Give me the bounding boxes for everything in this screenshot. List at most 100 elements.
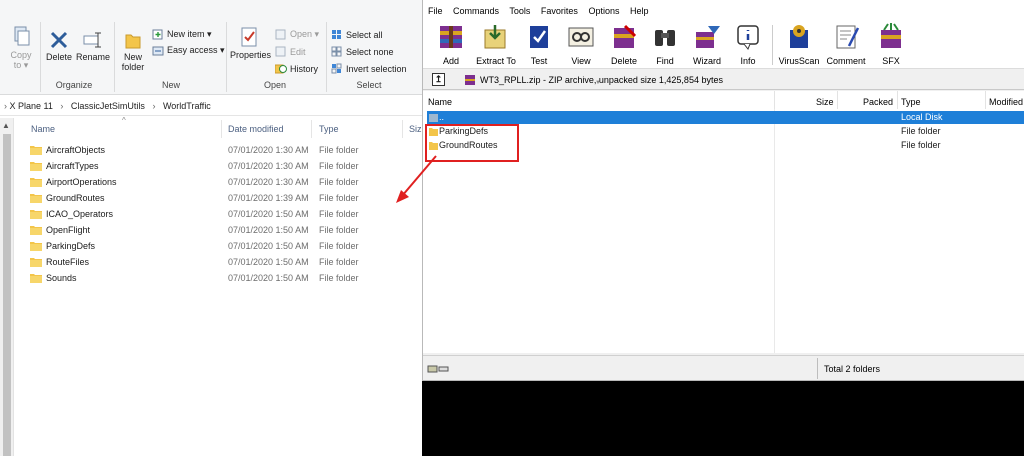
archive-row-type: Local Disk: [901, 112, 943, 122]
open-label: Open ▾: [290, 29, 320, 39]
select-none-icon: [331, 46, 342, 57]
column-header-name[interactable]: Name: [428, 97, 452, 107]
file-row[interactable]: Sounds 07/01/2020 1:50 AM File folder: [30, 271, 422, 287]
file-row[interactable]: ParkingDefs 07/01/2020 1:50 AM File folder: [30, 239, 422, 255]
invert-selection-icon: [331, 63, 342, 74]
column-header-name[interactable]: Name: [31, 124, 55, 134]
select-all-button[interactable]: Select all: [331, 29, 383, 40]
file-name: AircraftTypes: [46, 161, 99, 171]
explorer-ribbon: Copy to ▾ Delete Rename Organize New fol…: [0, 0, 422, 95]
comment-button[interactable]: Comment: [823, 22, 869, 66]
open-icon: [275, 29, 286, 40]
drive-icon[interactable]: [427, 364, 449, 374]
winrar-window: File Commands Tools Favorites Options He…: [422, 0, 1024, 381]
edit-button[interactable]: Edit: [275, 46, 306, 57]
copy-to-button[interactable]: Copy to ▾: [6, 26, 36, 70]
column-header-date[interactable]: Date modified: [228, 124, 284, 134]
file-row[interactable]: AircraftTypes 07/01/2020 1:30 AM File fold…: [30, 159, 422, 175]
virusscan-label: VirusScan: [778, 56, 820, 66]
file-row[interactable]: AirportOperations 07/01/2020 1:30 AM File …: [30, 175, 422, 191]
properties-button[interactable]: Properties: [230, 26, 271, 60]
scroll-up-arrow-icon[interactable]: ▲: [2, 121, 10, 130]
delete-archive-button[interactable]: Delete: [604, 22, 644, 66]
file-row[interactable]: AircraftObjects 07/01/2020 1:30 AM File fo…: [30, 143, 422, 159]
wizard-button[interactable]: Wizard: [686, 22, 728, 66]
test-button[interactable]: Test: [519, 22, 559, 66]
column-divider[interactable]: [897, 91, 898, 109]
column-divider[interactable]: [774, 91, 775, 109]
breadcrumb-item[interactable]: X Plane 11: [10, 101, 53, 111]
new-folder-icon: [125, 34, 141, 49]
file-row[interactable]: RouteFiles 07/01/2020 1:50 AM File folder: [30, 255, 422, 271]
select-none-button[interactable]: Select none: [331, 46, 394, 57]
test-label: Test: [530, 56, 548, 66]
file-row[interactable]: OpenFlight 07/01/2020 1:50 AM File folder: [30, 223, 422, 239]
column-divider[interactable]: [311, 120, 312, 138]
column-header-packed[interactable]: Packed: [863, 97, 893, 107]
column-divider[interactable]: [985, 91, 986, 109]
folder-icon: [30, 210, 42, 219]
sort-indicator-icon: ^: [122, 116, 126, 125]
rename-button[interactable]: Rename: [76, 30, 110, 62]
info-button[interactable]: Info: [728, 22, 768, 66]
column-divider[interactable]: [221, 120, 222, 138]
add-label: Add: [442, 56, 459, 66]
sfx-button[interactable]: SFX: [871, 22, 911, 66]
select-none-label: Select none: [346, 46, 394, 57]
view-label: View: [571, 56, 591, 66]
invert-selection-button[interactable]: Invert selection: [331, 63, 407, 74]
file-date: 07/01/2020 1:30 AM: [228, 177, 309, 187]
extract-to-button[interactable]: Extract To: [474, 22, 518, 66]
column-header-size[interactable]: Siz: [409, 124, 422, 134]
file-date: 07/01/2020 1:50 AM: [228, 273, 309, 283]
column-header-type[interactable]: Type: [901, 97, 921, 107]
find-button[interactable]: Find: [645, 22, 685, 66]
column-header-size[interactable]: Size: [816, 97, 834, 107]
extract-icon: [484, 25, 506, 49]
history-button[interactable]: History: [275, 63, 318, 74]
menu-tools[interactable]: Tools: [509, 6, 530, 16]
new-item-button[interactable]: New item ▾: [152, 29, 212, 40]
menu-commands[interactable]: Commands: [453, 6, 499, 16]
file-row[interactable]: ICAO_Operators 07/01/2020 1:50 AM File fol…: [30, 207, 422, 223]
ribbon-separator: [114, 22, 115, 92]
address-bar[interactable]: › X Plane 11 › ClassicJetSimUtils › Worl…: [0, 96, 422, 116]
add-button[interactable]: Add: [431, 22, 471, 66]
delete-button[interactable]: Delete: [44, 30, 74, 62]
archive-row[interactable]: .. Local Disk: [427, 111, 1024, 124]
archive-path-text[interactable]: WT3_RPLL.zip - ZIP archive, unpacked siz…: [480, 75, 723, 85]
explorer-scrollbar[interactable]: ▲: [0, 118, 14, 456]
column-divider[interactable]: [402, 120, 403, 138]
new-folder-button[interactable]: New folder: [118, 30, 148, 72]
menu-file[interactable]: File: [428, 6, 443, 16]
open-button[interactable]: Open ▾: [275, 29, 319, 40]
file-date: 07/01/2020 1:50 AM: [228, 209, 309, 219]
status-text: Total 2 folders: [824, 364, 881, 374]
breadcrumb-item[interactable]: WorldTraffic: [163, 101, 211, 111]
history-label: History: [290, 63, 319, 74]
menu-bar: File Commands Tools Favorites Options He…: [423, 0, 1024, 19]
easy-access-button[interactable]: Easy access ▾: [152, 45, 225, 56]
breadcrumb-sep: ›: [152, 101, 156, 111]
menu-favorites[interactable]: Favorites: [541, 6, 578, 16]
view-button[interactable]: View: [561, 22, 601, 66]
folder-icon: [30, 194, 42, 203]
file-row[interactable]: GroundRoutes 07/01/2020 1:39 AM File folde…: [30, 191, 422, 207]
up-one-level-button[interactable]: ↥: [432, 73, 445, 86]
info-label: Info: [740, 56, 756, 66]
scrollbar-thumb[interactable]: [3, 134, 11, 456]
file-date: 07/01/2020 1:30 AM: [228, 161, 309, 171]
parent-folder-icon: [429, 114, 438, 122]
menu-help[interactable]: Help: [630, 6, 649, 16]
virusscan-button[interactable]: VirusScan: [777, 22, 821, 66]
breadcrumb-item[interactable]: ClassicJetSimUtils: [71, 101, 145, 111]
select-group-label: Select: [356, 80, 382, 90]
path-dropdown-icon[interactable]: ▼: [595, 80, 601, 86]
column-divider[interactable]: [837, 91, 838, 109]
menu-options[interactable]: Options: [588, 6, 619, 16]
delete-label: Delete: [45, 52, 72, 62]
sfx-icon: [881, 23, 901, 48]
column-header-modified[interactable]: Modified: [989, 97, 1023, 107]
file-name: OpenFlight: [46, 225, 91, 235]
column-header-type[interactable]: Type: [319, 124, 339, 134]
